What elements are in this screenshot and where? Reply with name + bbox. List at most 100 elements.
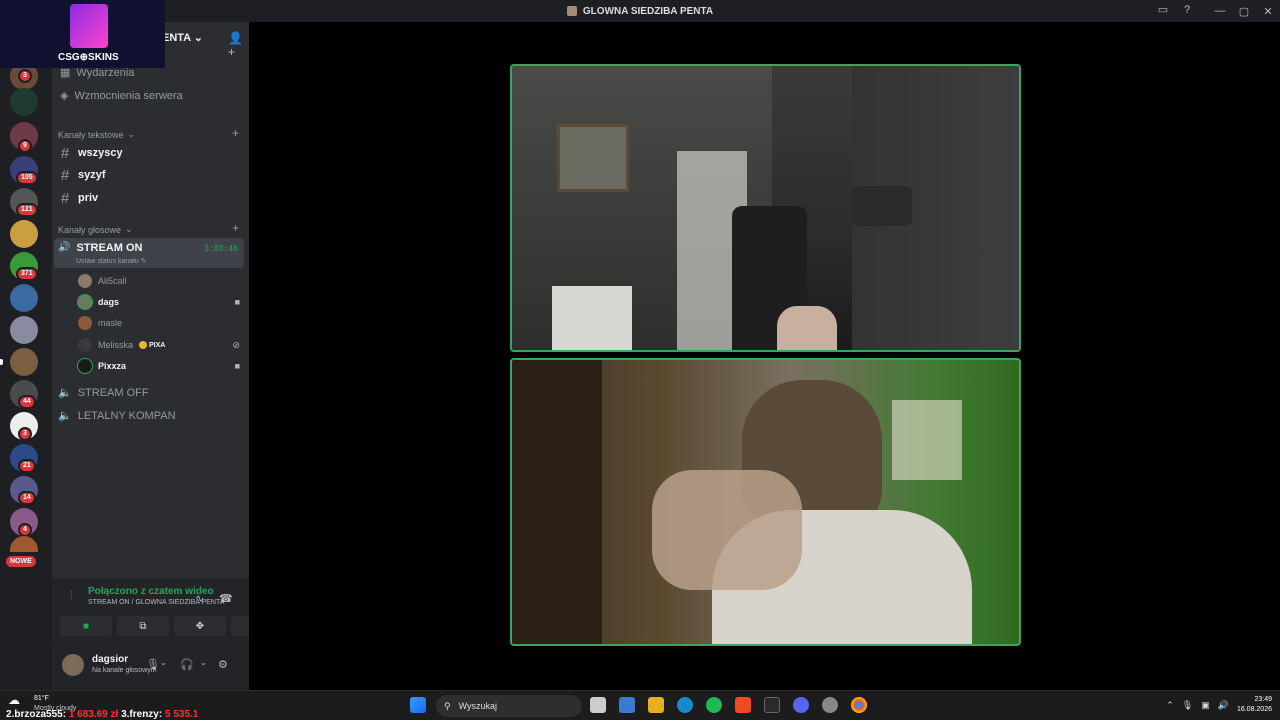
noise-suppression-icon[interactable]: ∿ — [195, 592, 204, 605]
brave-icon[interactable] — [735, 697, 751, 713]
help-icon[interactable]: ? — [1180, 3, 1194, 17]
chevron-down-icon[interactable]: ⌄ — [160, 658, 167, 667]
steam-icon[interactable] — [822, 697, 838, 713]
server-icon-9[interactable] — [10, 316, 38, 344]
search-icon: ⚲ — [444, 700, 451, 711]
microphone-icon[interactable]: 🎙 — [146, 658, 160, 671]
chevron-down-icon[interactable]: ⌄ — [200, 658, 207, 667]
voice-user-dags[interactable]: dags ■ — [78, 295, 240, 309]
category-voice-channels[interactable]: Kanały głosowe ⌄ — [58, 224, 133, 235]
voice-user-masle[interactable]: masle — [78, 316, 240, 330]
invite-people-icon[interactable]: 👤+ — [228, 31, 249, 59]
taskbar-search[interactable]: ⚲ Wyszukaj — [436, 695, 582, 717]
new-badge[interactable]: NOWE — [6, 556, 36, 567]
voice-channel-stream-on[interactable]: 🔊 STREAM ON 3:08:46 Ustaw status kanału … — [54, 238, 244, 268]
server-badge: 4 — [18, 523, 32, 537]
ticker-name-b: 3.frenzy: — [121, 709, 163, 720]
status-text: Ustaw status kanału — [76, 258, 139, 265]
headphones-icon[interactable]: 🎧 — [180, 658, 194, 671]
activities-button[interactable]: ✥ — [174, 616, 226, 636]
close-button[interactable]: ✕ — [1256, 5, 1280, 18]
screen-share-button[interactable]: ⧉ — [117, 616, 169, 636]
donation-ticker: 2.brzoza555: 1 683.69 zł 3.frenzy: 5 535… — [6, 709, 198, 720]
voice-user-name: dags — [98, 297, 120, 307]
chevron-up-icon[interactable]: ⌃ — [1166, 700, 1174, 711]
volume-icon[interactable]: 🔊 — [1218, 700, 1229, 711]
weather-temp: 81°F — [34, 695, 49, 702]
avatar — [78, 359, 92, 373]
voice-user-pixxza[interactable]: Pixxza ■ — [78, 359, 240, 373]
chrome-icon[interactable] — [851, 697, 867, 713]
username[interactable]: dagsior — [92, 654, 128, 665]
clock[interactable]: 23:49 16.08.2026 — [1237, 695, 1272, 715]
spotify-icon[interactable] — [706, 697, 722, 713]
add-channel-icon[interactable]: + — [232, 221, 239, 235]
user-avatar[interactable] — [62, 654, 84, 676]
avatar — [78, 316, 92, 330]
channel-priv[interactable]: # priv — [58, 188, 244, 208]
logo-text: CSG⊕SKINS — [58, 52, 119, 63]
voice-channel-letalny-kompan[interactable]: 🔈 LETALNY KOMPAN — [58, 409, 248, 423]
video-tile-1[interactable] — [510, 64, 1021, 352]
discord-icon[interactable] — [793, 697, 809, 713]
voice-user-melisska[interactable]: Melisska PIXA ⊘ — [78, 338, 240, 352]
file-explorer-icon[interactable] — [648, 697, 664, 713]
voice-channel-label: STREAM ON — [76, 242, 143, 254]
weather-widget[interactable]: ☁ 81°F Mostly cloudy — [8, 693, 76, 712]
camera-button[interactable]: ■ — [60, 616, 112, 636]
settings-gear-icon[interactable]: ⚙ — [218, 658, 228, 671]
chevron-down-icon: ⌄ — [193, 32, 204, 44]
server-icon-8[interactable] — [10, 284, 38, 312]
store-icon[interactable] — [619, 697, 635, 713]
server-icon-16[interactable] — [10, 536, 38, 552]
task-view-icon[interactable] — [590, 697, 606, 713]
microphone — [852, 186, 912, 226]
hands — [652, 470, 802, 590]
channel-status-prompt[interactable]: Ustaw status kanału ✎ — [76, 257, 146, 265]
disconnect-icon[interactable]: ☎ — [219, 592, 233, 605]
signal-icon[interactable]: ⫶ — [70, 590, 73, 603]
minimize-button[interactable]: — — [1208, 5, 1232, 17]
channel-syzyf[interactable]: # syzyf — [58, 165, 244, 185]
avatar — [78, 295, 92, 309]
inbox-icon[interactable]: ▭ — [1156, 3, 1170, 17]
video-tile-2[interactable] — [510, 358, 1021, 646]
add-channel-icon[interactable]: + — [232, 126, 239, 140]
server-icon-6[interactable] — [10, 220, 38, 248]
pencil-icon: ✎ — [140, 258, 147, 265]
speaker-icon: 🔊 — [58, 242, 71, 253]
voice-channel-label: STREAM OFF — [77, 386, 149, 399]
avatar — [78, 274, 92, 288]
nav-boosts[interactable]: ◈ Wzmocnienia serwera — [60, 89, 183, 103]
server-icon-2[interactable] — [10, 88, 38, 116]
taskbar: ☁ 81°F Mostly cloudy 2.brzoza555: 1 683.… — [0, 690, 1280, 720]
guild-tag: PIXA — [139, 341, 165, 349]
server-icon — [566, 6, 577, 16]
network-icon[interactable]: ▣ — [1201, 700, 1210, 711]
edge-icon[interactable] — [677, 697, 693, 713]
server-badge: 3 — [18, 427, 32, 441]
voice-connection-panel: ⫶ Połączono z czatem wideo STREAM ON / G… — [52, 578, 283, 646]
microphone-tray-icon[interactable]: 🎙 — [1182, 700, 1193, 711]
ticker-name-a: 2.brzoza555: — [6, 709, 67, 720]
window-title-text: GLOWNA SIEDZIBA PENTA — [582, 5, 714, 17]
csgoskins-logo: CSG⊕SKINS — [0, 0, 165, 68]
clock-date: 16.08.2026 — [1236, 706, 1272, 713]
voice-user-name: Ali5cali — [98, 276, 127, 286]
voice-user-ali5cali[interactable]: Ali5cali — [78, 274, 240, 288]
xbox-icon[interactable] — [764, 697, 780, 713]
channel-wszyscy[interactable]: # wszyscy — [58, 143, 244, 163]
voice-user-name: Pixxza — [98, 361, 127, 371]
windows-start-icon[interactable] — [410, 697, 426, 713]
server-name-header[interactable]: ENTA ⌄ — [162, 31, 203, 44]
maximize-button[interactable]: ▢ — [1232, 5, 1256, 18]
category-text-channels[interactable]: Kanały tekstowe ⌄ — [58, 129, 135, 140]
speaker-icon: 🔈 — [58, 410, 72, 422]
voice-channel-stream-off[interactable]: 🔈 STREAM OFF — [58, 386, 248, 400]
channel-label: syzyf — [78, 169, 106, 181]
user-panel: dagsior Na kanale głosowym 🎙 ⌄ 🎧 ⌄ ⚙ — [52, 646, 249, 690]
system-tray: ⌃ 🎙 ▣ 🔊 23:49 16.08.2026 — [1166, 695, 1272, 715]
server-icon-10[interactable] — [10, 348, 38, 376]
voice-user-name: Melisska — [98, 340, 134, 350]
server-badge: 121 — [16, 203, 38, 217]
